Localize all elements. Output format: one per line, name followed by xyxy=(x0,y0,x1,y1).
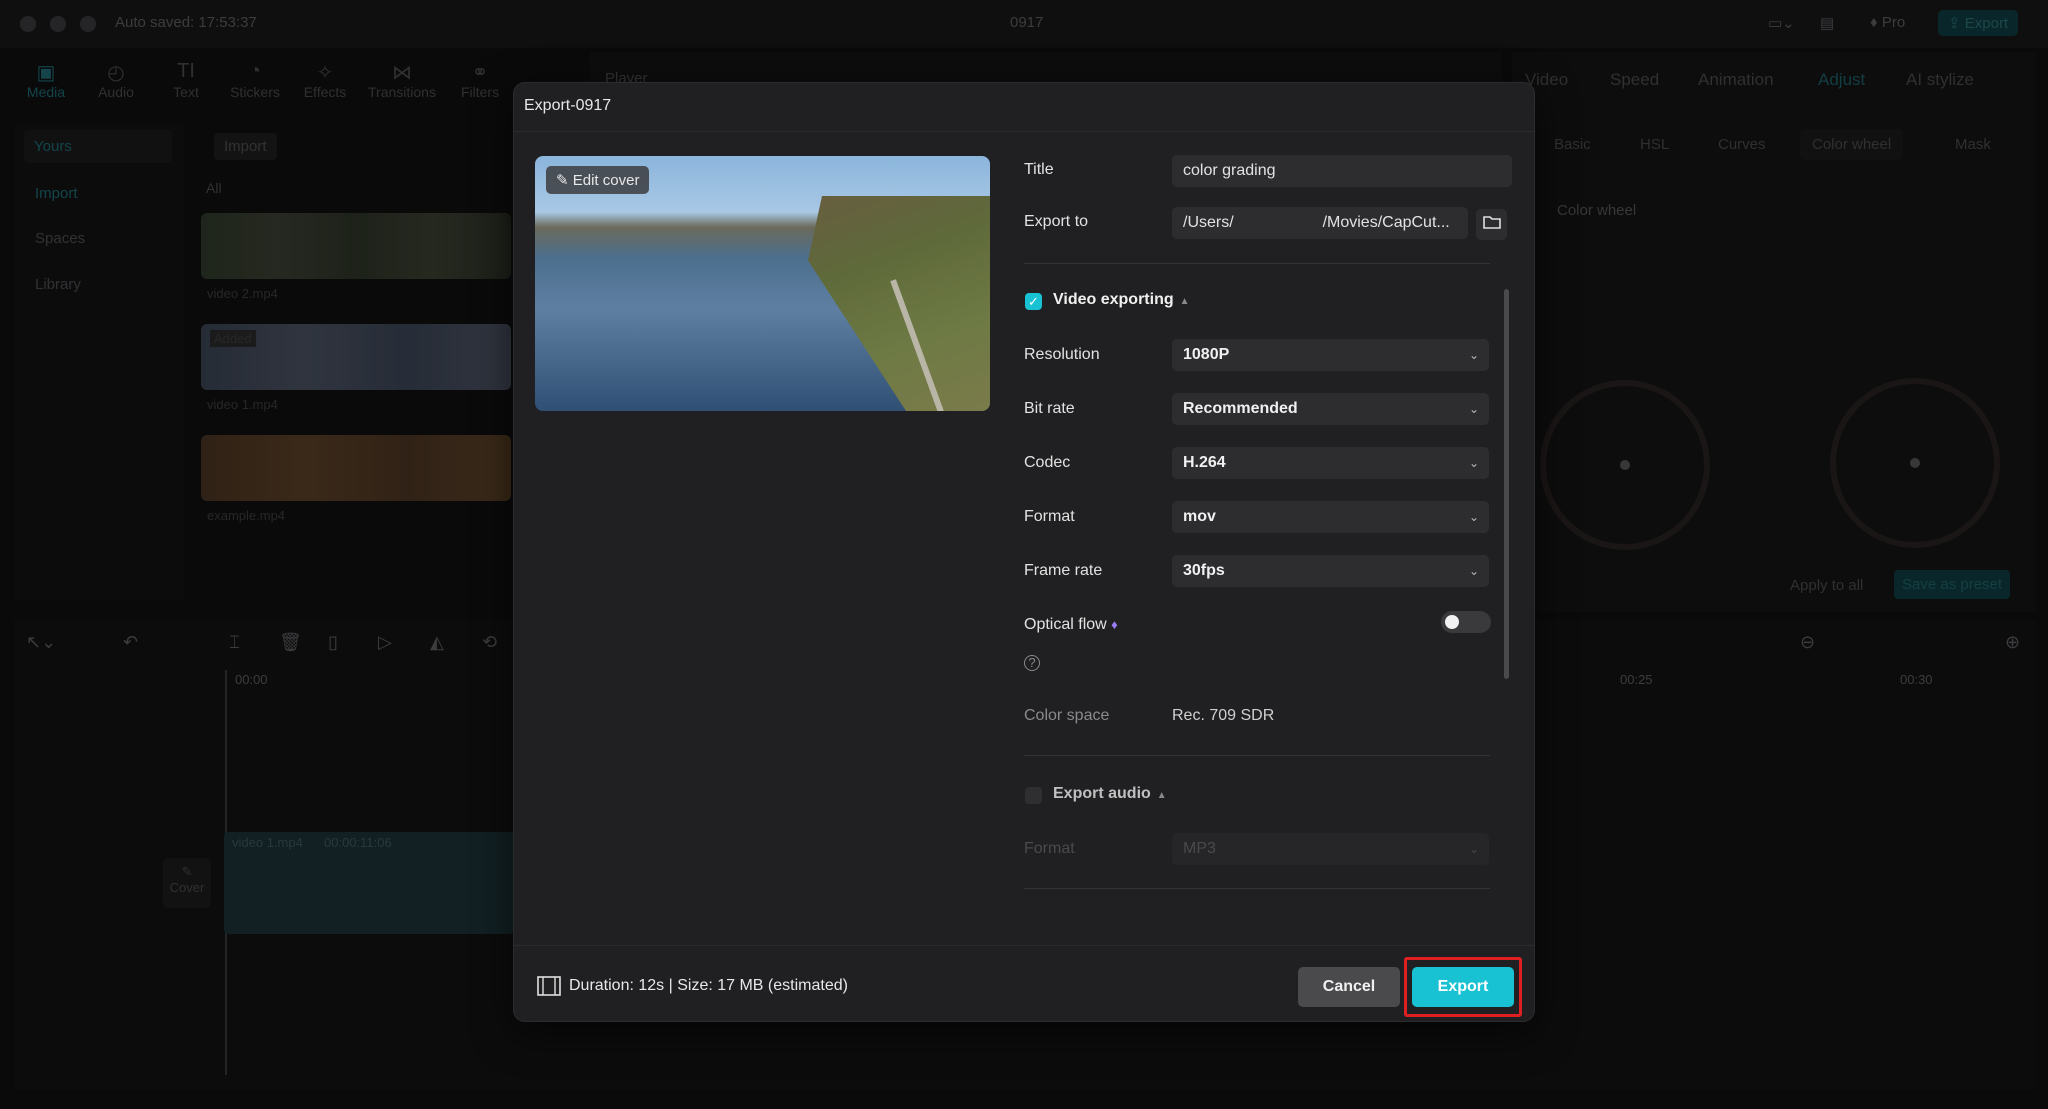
video-exporting-checkbox[interactable]: ✓ xyxy=(1025,293,1042,310)
color-space-value: Rec. 709 SDR xyxy=(1172,707,1275,724)
edit-cover-label: Edit cover xyxy=(572,172,640,189)
export-highlight-box xyxy=(1404,957,1522,1017)
codec-label: Codec xyxy=(1024,454,1071,471)
optical-flow-toggle[interactable] xyxy=(1441,611,1491,633)
export-to-label: Export to xyxy=(1024,213,1089,230)
divider xyxy=(1024,263,1490,264)
format-value: mov xyxy=(1183,508,1216,525)
bitrate-value: Recommended xyxy=(1183,400,1298,417)
cover-landscape xyxy=(808,196,990,411)
chevron-down-icon: ⌄ xyxy=(1468,842,1479,856)
audio-format-select: MP3 ⌄ xyxy=(1172,833,1489,865)
resolution-value: 1080P xyxy=(1183,346,1230,363)
caret-up-icon: ▲ xyxy=(1179,296,1190,307)
chevron-down-icon: ⌄ xyxy=(1468,402,1479,416)
codec-value: H.264 xyxy=(1183,454,1226,471)
divider xyxy=(1024,755,1490,756)
dialog-title: Export-0917 xyxy=(524,97,612,114)
help-icon[interactable]: ? xyxy=(1024,655,1040,671)
color-space-label: Color space xyxy=(1024,707,1110,724)
bitrate-label: Bit rate xyxy=(1024,400,1075,417)
divider xyxy=(514,131,1534,132)
optical-flow-label: Optical flow ♦ xyxy=(1024,616,1118,634)
format-label: Format xyxy=(1024,508,1075,525)
title-input[interactable]: color grading xyxy=(1172,155,1512,187)
export-estimate: Duration: 12s | Size: 17 MB (estimated) xyxy=(569,977,848,994)
edit-cover-button[interactable]: ✎ Edit cover xyxy=(546,166,650,194)
optical-flow-text: Optical flow xyxy=(1024,616,1107,633)
export-audio-header[interactable]: Export audio ▲ xyxy=(1053,785,1167,803)
pencil-icon: ✎ xyxy=(556,172,573,189)
export-path-suffix: /Movies/CapCut... xyxy=(1322,214,1450,231)
settings-scrollbar[interactable] xyxy=(1504,289,1509,679)
pro-diamond-icon: ♦ xyxy=(1111,617,1118,632)
export-audio-checkbox[interactable] xyxy=(1025,787,1042,804)
video-exporting-header[interactable]: Video exporting ▲ xyxy=(1053,291,1190,309)
cancel-button[interactable]: Cancel xyxy=(1298,967,1400,1007)
resolution-select[interactable]: 1080P ⌄ xyxy=(1172,339,1489,371)
toggle-knob xyxy=(1445,615,1459,629)
codec-select[interactable]: H.264 ⌄ xyxy=(1172,447,1489,479)
audio-format-label: Format xyxy=(1024,840,1075,857)
caret-up-icon: ▲ xyxy=(1156,790,1167,801)
divider xyxy=(1024,888,1490,889)
chevron-down-icon: ⌄ xyxy=(1468,456,1479,470)
export-dialog: Export-0917 ✎ Edit cover Title color gra… xyxy=(513,82,1535,1022)
title-label: Title xyxy=(1024,161,1054,178)
audio-format-value: MP3 xyxy=(1183,840,1216,857)
film-icon xyxy=(537,976,561,1001)
chevron-down-icon: ⌄ xyxy=(1468,564,1479,578)
folder-icon[interactable] xyxy=(1476,209,1507,240)
framerate-select[interactable]: 30fps ⌄ xyxy=(1172,555,1489,587)
export-audio-label: Export audio xyxy=(1053,785,1151,802)
framerate-value: 30fps xyxy=(1183,562,1225,579)
cover-preview[interactable]: ✎ Edit cover xyxy=(535,156,990,411)
chevron-down-icon: ⌄ xyxy=(1468,348,1479,362)
resolution-label: Resolution xyxy=(1024,346,1100,363)
chevron-down-icon: ⌄ xyxy=(1468,510,1479,524)
format-select[interactable]: mov ⌄ xyxy=(1172,501,1489,533)
export-path-field[interactable]: /Users/ /Movies/CapCut... xyxy=(1172,207,1468,239)
divider xyxy=(514,945,1534,946)
export-path-prefix: /Users/ xyxy=(1183,214,1234,231)
video-exporting-label: Video exporting xyxy=(1053,291,1174,308)
framerate-label: Frame rate xyxy=(1024,562,1103,579)
bitrate-select[interactable]: Recommended ⌄ xyxy=(1172,393,1489,425)
